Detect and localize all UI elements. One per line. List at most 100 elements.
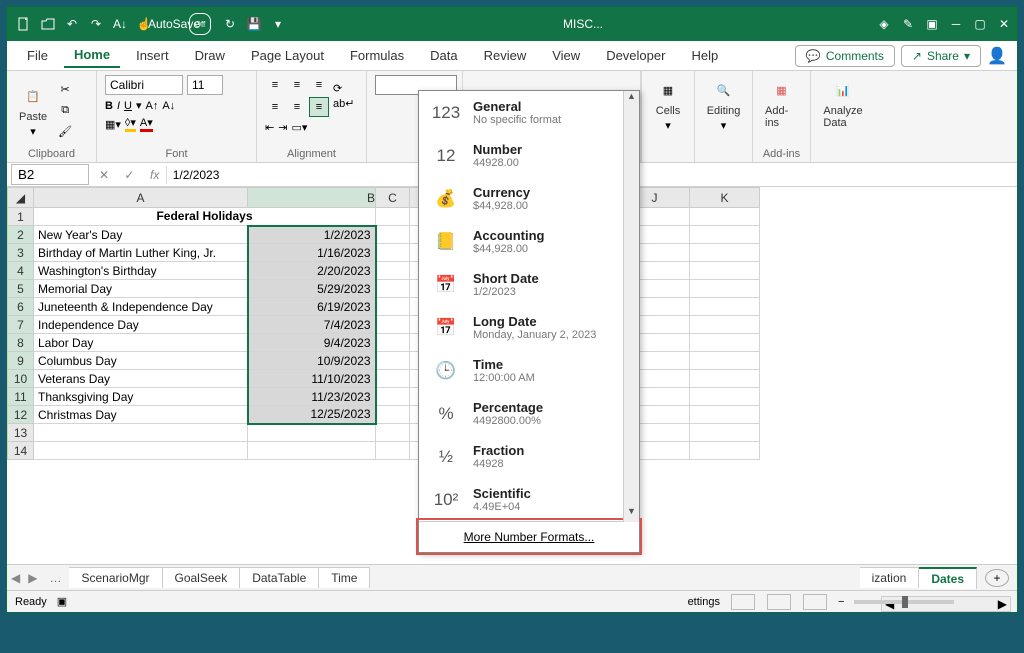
sort-icon[interactable]: A↓ xyxy=(109,13,131,35)
close-button[interactable]: ✕ xyxy=(993,13,1015,35)
align-bottom-right-icon[interactable]: ≡ xyxy=(309,97,329,117)
cell-B6[interactable]: 6/19/2023 xyxy=(248,298,376,316)
decrease-indent-icon[interactable]: ⇤ xyxy=(265,121,274,134)
numfmt-option-long-date[interactable]: 📅 Long Date Monday, January 2, 2023 xyxy=(419,306,639,349)
cell-A9[interactable]: Columbus Day xyxy=(34,352,248,370)
cell-A6[interactable]: Juneteenth & Independence Day xyxy=(34,298,248,316)
tab-goalseek[interactable]: GoalSeek xyxy=(163,567,241,588)
italic-button[interactable]: I xyxy=(117,100,120,112)
wrap-text-icon[interactable]: ab↵ xyxy=(333,97,354,110)
cell-B3[interactable]: 1/16/2023 xyxy=(248,244,376,262)
menu-view[interactable]: View xyxy=(542,44,590,67)
orientation-icon[interactable]: ⟳ xyxy=(333,82,354,95)
cell-A8[interactable]: Labor Day xyxy=(34,334,248,352)
spreadsheet-grid[interactable]: ◢ A B C G H I J K 1Federal Holidays 2 Ne… xyxy=(7,187,760,460)
cell-A2[interactable]: New Year's Day xyxy=(34,226,248,244)
cells-button[interactable]: ▦Cells▾ xyxy=(650,75,686,134)
col-header-K[interactable]: K xyxy=(690,188,760,208)
comments-button[interactable]: 💬 Comments xyxy=(795,45,895,67)
more-number-formats-button[interactable]: More Number Formats... xyxy=(419,521,639,552)
cell-A5[interactable]: Memorial Day xyxy=(34,280,248,298)
numfmt-option-short-date[interactable]: 📅 Short Date 1/2/2023 xyxy=(419,263,639,306)
bold-button[interactable]: B xyxy=(105,100,113,112)
increase-font-icon[interactable]: A↑ xyxy=(146,100,159,112)
sync-icon[interactable]: ↻ xyxy=(219,13,241,35)
cell-header[interactable]: Federal Holidays xyxy=(34,208,376,226)
tab-overflow-icon[interactable]: … xyxy=(41,571,69,585)
numfmt-option-accounting[interactable]: 📒 Accounting $44,928.00 xyxy=(419,220,639,263)
dropdown-scrollbar[interactable]: ▲ ▼ xyxy=(623,91,639,522)
present-icon[interactable]: ▣ xyxy=(921,13,943,35)
zoom-out-button[interactable]: − xyxy=(838,596,844,608)
cell-B9[interactable]: 10/9/2023 xyxy=(248,352,376,370)
increase-indent-icon[interactable]: ⇥ xyxy=(278,121,287,134)
maximize-button[interactable]: ▢ xyxy=(969,13,991,35)
col-header-A[interactable]: A xyxy=(34,188,248,208)
qat-overflow-icon[interactable]: ▾ xyxy=(267,13,289,35)
zoom-slider[interactable] xyxy=(854,600,954,604)
cell-A4[interactable]: Washington's Birthday xyxy=(34,262,248,280)
col-header-B[interactable]: B xyxy=(248,188,376,208)
numfmt-option-general[interactable]: 123 General No specific format xyxy=(419,91,639,134)
share-button[interactable]: ↗ Share ▾ xyxy=(901,45,981,67)
underline-button[interactable]: U xyxy=(124,100,132,112)
tab-ization[interactable]: ization xyxy=(860,567,920,588)
menu-developer[interactable]: Developer xyxy=(596,44,675,67)
tab-scroll-right-icon[interactable]: ▶ xyxy=(24,571,41,585)
cell-B10[interactable]: 11/10/2023 xyxy=(248,370,376,388)
view-pagebreak-button[interactable] xyxy=(803,594,827,610)
cell-B7[interactable]: 7/4/2023 xyxy=(248,316,376,334)
font-name-select[interactable] xyxy=(105,75,183,95)
numfmt-option-number[interactable]: 12 Number 44928.00 xyxy=(419,134,639,177)
view-pagelayout-button[interactable] xyxy=(767,594,791,610)
numfmt-option-fraction[interactable]: ½ Fraction 44928 xyxy=(419,435,639,478)
open-file-icon[interactable] xyxy=(37,13,59,35)
redo-icon[interactable]: ↷ xyxy=(85,13,107,35)
menu-pagelayout[interactable]: Page Layout xyxy=(241,44,334,67)
cell-A3[interactable]: Birthday of Martin Luther King, Jr. xyxy=(34,244,248,262)
tab-dates[interactable]: Dates xyxy=(919,567,977,589)
name-box[interactable] xyxy=(11,164,89,185)
copy-icon[interactable]: ⧉ xyxy=(55,102,75,120)
addins-button[interactable]: ▦Add-ins xyxy=(761,75,802,131)
menu-file[interactable]: File xyxy=(17,44,58,67)
menu-help[interactable]: Help xyxy=(681,44,728,67)
editing-button[interactable]: 🔍Editing▾ xyxy=(703,75,744,134)
tab-scenario[interactable]: ScenarioMgr xyxy=(69,567,162,588)
cell-A12[interactable]: Christmas Day xyxy=(34,406,248,424)
cell-B5[interactable]: 5/29/2023 xyxy=(248,280,376,298)
tab-datatable[interactable]: DataTable xyxy=(240,567,319,588)
brush-icon[interactable]: ✎ xyxy=(897,13,919,35)
new-file-icon[interactable] xyxy=(13,13,35,35)
cut-icon[interactable]: ✂ xyxy=(55,81,75,99)
decrease-font-icon[interactable]: A↓ xyxy=(162,100,175,112)
font-size-select[interactable] xyxy=(187,75,223,95)
horizontal-scrollbar[interactable]: ◀▶ xyxy=(881,596,1011,612)
col-header-C[interactable]: C xyxy=(376,188,410,208)
fx-icon[interactable]: fx xyxy=(144,168,166,182)
menu-formulas[interactable]: Formulas xyxy=(340,44,414,67)
view-normal-button[interactable] xyxy=(731,594,755,610)
cancel-formula-icon[interactable]: ✕ xyxy=(93,168,115,182)
autosave-toggle[interactable]: AutoSave Off xyxy=(163,13,211,35)
analyze-data-button[interactable]: 📊Analyze Data xyxy=(819,75,867,131)
cell-A11[interactable]: Thanksgiving Day xyxy=(34,388,248,406)
diamond-icon[interactable]: ◈ xyxy=(873,13,895,35)
menu-insert[interactable]: Insert xyxy=(126,44,179,67)
menu-review[interactable]: Review xyxy=(474,44,537,67)
tab-scroll-left-icon[interactable]: ◀ xyxy=(7,571,24,585)
paste-button[interactable]: 📋Paste▾ xyxy=(15,81,51,140)
font-color-button[interactable]: A▾ xyxy=(140,116,153,132)
menu-home[interactable]: Home xyxy=(64,43,120,68)
numfmt-option-scientific[interactable]: 10² Scientific 4.49E+04 xyxy=(419,478,639,521)
save-icon[interactable]: 💾 xyxy=(243,13,265,35)
menu-data[interactable]: Data xyxy=(420,44,467,67)
border-button[interactable]: ▦▾ xyxy=(105,118,121,131)
numfmt-option-time[interactable]: 🕒 Time 12:00:00 AM xyxy=(419,349,639,392)
fill-color-button[interactable]: ◊▾ xyxy=(125,116,136,132)
tab-time[interactable]: Time xyxy=(319,567,370,588)
cell-A7[interactable]: Independence Day xyxy=(34,316,248,334)
merge-icon[interactable]: ▭▾ xyxy=(291,121,307,134)
account-icon[interactable]: 👤 xyxy=(987,46,1007,66)
macro-record-icon[interactable]: ▣ xyxy=(57,595,67,608)
